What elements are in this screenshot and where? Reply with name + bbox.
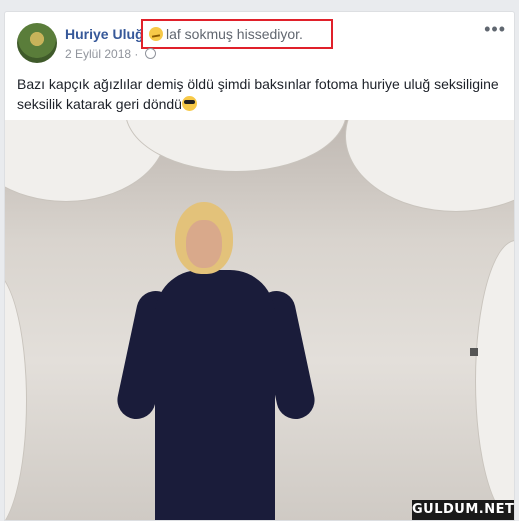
post-text: Bazı kapçık ağızlılar demiş öldü şimdi b… — [17, 76, 499, 112]
ceiling-drape — [345, 120, 514, 212]
wall-drape — [5, 270, 27, 520]
highlight-box — [141, 19, 333, 49]
sunglasses-emoji-icon — [181, 96, 197, 111]
meta-separator: · — [134, 47, 139, 61]
more-options-icon[interactable]: ••• — [484, 20, 506, 38]
author-name[interactable]: Huriye Uluğ — [65, 26, 144, 42]
author-avatar[interactable] — [17, 23, 57, 63]
post-text-block: Bazı kapçık ağızlılar demiş öldü şimdi b… — [17, 74, 507, 114]
post-meta: 2 Eylül 2018 · — [65, 47, 156, 61]
ceiling-drape — [125, 120, 347, 172]
site-watermark: GULDUM.NET — [412, 500, 514, 520]
globe-icon — [144, 48, 156, 59]
post-date[interactable]: 2 Eylül 2018 — [65, 47, 131, 61]
post-photo[interactable] — [5, 120, 514, 520]
wall-switch — [470, 348, 478, 356]
figure-face — [186, 220, 222, 268]
wall-drape — [475, 240, 514, 520]
post-card: Huriye Uluğ laf sokmuş hissediyor. 2 Eyl… — [4, 11, 515, 521]
figure-dress — [155, 270, 275, 520]
